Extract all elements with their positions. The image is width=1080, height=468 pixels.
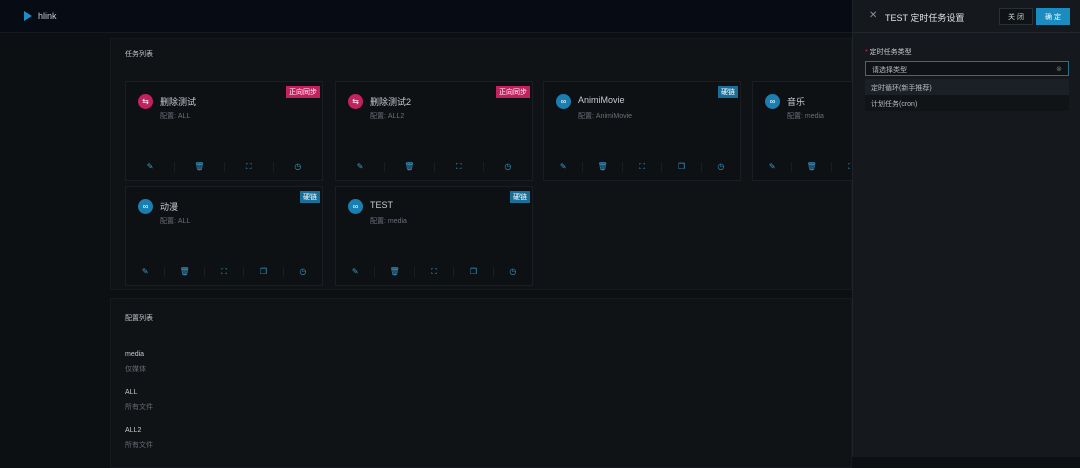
close-button[interactable]: 关 闭 [999,8,1033,25]
option-cron[interactable]: 计划任务(cron) [865,95,1069,111]
task-config: 配置: ALL [160,218,191,225]
task-card[interactable]: ∞ AnimiMovie 配置: AnimiMovie 硬链 ✎ 🗑 ⛶ ❐ ◷ [543,81,741,181]
edit-icon[interactable]: ✎ [336,162,386,172]
confirm-button[interactable]: 确 定 [1036,8,1070,25]
config-desc: 所有文件 [125,404,153,411]
task-card[interactable]: ⇆ 删除测试2 配置: ALL2 正向同步 ✎ 🗑 ⛶ ◷ [335,81,533,181]
task-actions: ✎🗑⛶❐◷ [336,267,532,277]
task-type-badge: 硬链 [300,191,320,203]
delete-icon[interactable]: 🗑 [583,162,623,172]
edit-icon[interactable]: ✎ [336,267,376,277]
clock-icon[interactable]: ◷ [484,162,532,172]
drawer-title: TEST 定时任务设置 [885,13,965,23]
task-avatar-icon: ⇆ [138,94,153,109]
edit-icon[interactable]: ✎ [126,162,176,172]
clock-icon[interactable]: ◷ [274,162,322,172]
select-dropdown: 定时循环(新手推荐) 计划任务(cron) [865,79,1069,111]
task-type-badge: 硬链 [718,86,738,98]
close-icon[interactable]: ✕ [869,10,877,21]
task-name: AnimiMovie [578,95,625,105]
delete-icon[interactable]: 🗑 [792,162,832,172]
configs-panel: 配置列表 media 仅媒体 ALL 所有文件 ALL2 所有文件 [110,298,852,468]
task-type-select[interactable]: 请选择类型 ⊗ [865,61,1069,76]
edit-icon[interactable]: ✎ [126,267,166,277]
clear-icon[interactable]: ⊗ [1056,65,1062,73]
task-card[interactable]: ∞ TEST 配置: media 硬链 ✎ 🗑 ⛶ ❐ ◷ [335,186,533,286]
task-name: TEST [370,200,394,210]
delete-icon[interactable]: 🗑 [165,267,205,277]
app-name: hlink [38,11,57,21]
task-avatar-icon: ⇆ [348,94,363,109]
option-interval[interactable]: 定时循环(新手推荐) [865,79,1069,95]
task-name: 删除测试 [160,97,197,107]
edit-icon[interactable]: ✎ [544,162,584,172]
scan-icon[interactable]: ⛶ [415,267,455,277]
config-item[interactable]: media 仅媒体 [125,351,146,374]
task-type-badge: 正向同步 [496,86,530,98]
configs-panel-title: 配置列表 [125,315,153,322]
task-settings-drawer: ✕ TEST 定时任务设置 关 闭 确 定 * 定时任务类型 请选择类型 ⊗ 定… [852,0,1080,457]
select-placeholder: 请选择类型 [872,67,907,74]
drawer-header: ✕ TEST 定时任务设置 关 闭 确 定 [853,0,1080,33]
delete-icon[interactable]: 🗑 [175,162,225,172]
field-label: * 定时任务类型 [865,47,912,57]
delete-icon[interactable]: 🗑 [385,162,435,172]
task-name: 音乐 [787,97,806,107]
task-config: 配置: media [370,218,407,225]
task-actions: ✎🗑⛶❐◷ [126,267,322,277]
task-config: 配置: AnimiMovie [578,113,633,120]
task-actions: ✎ 🗑 ⛶ ◷ [126,162,322,172]
clock-icon[interactable]: ◷ [702,162,740,172]
edit-icon[interactable]: ✎ [753,162,793,172]
config-name: ALL [125,389,138,396]
config-desc: 仅媒体 [125,366,146,373]
logo-icon [24,11,32,21]
task-avatar-icon: ∞ [765,94,780,109]
clock-icon[interactable]: ◷ [284,267,322,277]
copy-icon[interactable]: ❐ [244,267,284,277]
task-config: 配置: ALL [160,113,191,120]
task-name: 删除测试2 [370,97,412,107]
config-desc: 所有文件 [125,442,153,449]
config-name: ALL2 [125,427,142,434]
task-actions: ✎🗑⛶❐◷ [544,162,740,172]
tasks-panel: 任务列表 ⇆ 删除测试 配置: ALL 正向同步 ✎ 🗑 ⛶ ◷ ⇆ 删除测试2 配置:… [110,38,950,290]
task-config: 配置: ALL2 [370,113,405,120]
task-avatar-icon: ∞ [138,199,153,214]
config-item[interactable]: ALL 所有文件 [125,389,153,412]
scan-icon[interactable]: ⛶ [205,267,245,277]
task-config: 配置: media [787,113,824,120]
task-avatar-icon: ∞ [556,94,571,109]
delete-icon[interactable]: 🗑 [375,267,415,277]
task-name: 动漫 [160,202,179,212]
config-item[interactable]: ALL2 所有文件 [125,427,153,450]
clock-icon[interactable]: ◷ [494,267,532,277]
task-actions: ✎ 🗑 ⛶ ◷ [336,162,532,172]
task-avatar-icon: ∞ [348,199,363,214]
tasks-panel-title: 任务列表 [125,51,153,58]
copy-icon[interactable]: ❐ [662,162,702,172]
scan-icon[interactable]: ⛶ [623,162,663,172]
config-name: media [125,351,145,358]
task-card[interactable]: ⇆ 删除测试 配置: ALL 正向同步 ✎ 🗑 ⛶ ◷ [125,81,323,181]
scan-icon[interactable]: ⛶ [225,162,274,172]
task-type-badge: 硬链 [510,191,530,203]
app-logo[interactable]: hlink [24,11,57,21]
field-label-text: 定时任务类型 [869,49,912,56]
task-card[interactable]: ∞ 动漫 配置: ALL 硬链 ✎ 🗑 ⛶ ❐ ◷ [125,186,323,286]
copy-icon[interactable]: ❐ [454,267,494,277]
scan-icon[interactable]: ⛶ [435,162,484,172]
task-type-badge: 正向同步 [286,86,320,98]
